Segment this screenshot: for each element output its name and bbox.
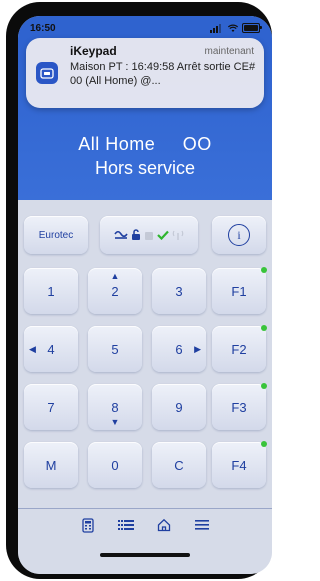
home-indicator[interactable]	[100, 553, 190, 557]
key-m[interactable]: M	[24, 442, 78, 488]
status-indicator-dot	[261, 441, 267, 447]
unlock-icon	[132, 229, 140, 240]
keypad-grid: 1 2 ▲ 3 F1 4 ◀ 5 6 ▶ F2 7 8 ▼ 9 F3 M 0 C F4	[18, 264, 272, 494]
notification-banner[interactable]: iKeypad maintenant Maison PT : 16:49:58 …	[26, 38, 264, 108]
app-icon	[36, 62, 58, 84]
status-indicator-dot	[261, 383, 267, 389]
info-button[interactable]: i	[212, 216, 266, 254]
status-indicator-dot	[261, 325, 267, 331]
key-label: M	[45, 457, 57, 473]
power-icon	[114, 230, 128, 239]
arrow-down-icon: ▼	[110, 417, 120, 427]
arrow-up-icon: ▲	[110, 271, 120, 281]
app-screen: 16:50 All Home OO Hors service iKeypad m…	[18, 16, 272, 574]
key-3[interactable]: 3	[152, 268, 206, 314]
home-icon[interactable]	[156, 517, 172, 533]
key-label: 0	[111, 457, 119, 473]
key-label: 9	[175, 399, 183, 415]
key-f1[interactable]: F1	[212, 267, 267, 314]
key-c[interactable]: C	[152, 442, 206, 488]
key-f2[interactable]: F2	[212, 325, 267, 372]
key-5[interactable]: 5	[88, 326, 142, 372]
key-label: F4	[231, 457, 247, 473]
key-label: C	[174, 457, 184, 473]
status-time: 16:50	[30, 23, 56, 34]
battery-icon	[242, 23, 262, 33]
notification-app-name: iKeypad	[70, 44, 117, 58]
key-7[interactable]: 7	[24, 384, 78, 430]
system-status-button[interactable]	[100, 216, 198, 254]
menu-icon[interactable]	[194, 517, 210, 533]
signal-icon	[210, 23, 224, 33]
check-icon	[157, 230, 169, 240]
key-label: 4	[47, 341, 55, 357]
key-label: 6	[175, 341, 183, 357]
notification-time: maintenant	[204, 46, 254, 57]
key-label: 1	[47, 283, 55, 299]
key-label: F1	[231, 283, 247, 299]
key-1[interactable]: 1	[24, 268, 78, 314]
key-2[interactable]: 2 ▲	[88, 268, 142, 314]
status-icons	[210, 23, 262, 33]
key-4[interactable]: 4 ◀	[24, 326, 78, 372]
key-9[interactable]: 9	[152, 384, 206, 430]
key-label: 8	[111, 399, 119, 415]
key-label: 5	[111, 341, 119, 357]
key-label: F2	[231, 341, 247, 357]
key-0[interactable]: 0	[88, 442, 142, 488]
key-f3[interactable]: F3	[212, 383, 267, 430]
key-6[interactable]: 6 ▶	[152, 326, 206, 372]
key-label: 3	[175, 283, 183, 299]
phone-frame: 16:50 All Home OO Hors service iKeypad m…	[6, 2, 272, 579]
key-8[interactable]: 8 ▼	[88, 384, 142, 430]
status-strip: Eurotec i	[18, 212, 272, 258]
keypad-icon[interactable]	[80, 517, 96, 533]
key-label: 7	[47, 399, 55, 415]
grid-list-icon[interactable]	[118, 517, 134, 533]
key-label: F3	[231, 399, 247, 415]
key-label: 2	[111, 283, 119, 299]
alarm-inactive-icon	[145, 232, 153, 240]
display-line-2: Hors service	[94, 158, 196, 178]
antenna-icon	[172, 230, 184, 240]
key-f4[interactable]: F4	[212, 441, 267, 488]
brand-button[interactable]: Eurotec	[24, 216, 88, 254]
info-icon: i	[228, 224, 250, 246]
tab-bar	[18, 508, 272, 574]
display-line-1: All Home OO	[78, 134, 212, 154]
notification-body: Maison PT : 16:49:58 Arrêt sortie CE# 00…	[70, 61, 256, 87]
wifi-icon	[228, 24, 238, 32]
arrow-right-icon: ▶	[194, 343, 201, 354]
arrow-left-icon: ◀	[29, 343, 36, 354]
status-indicator-dot	[261, 267, 267, 273]
